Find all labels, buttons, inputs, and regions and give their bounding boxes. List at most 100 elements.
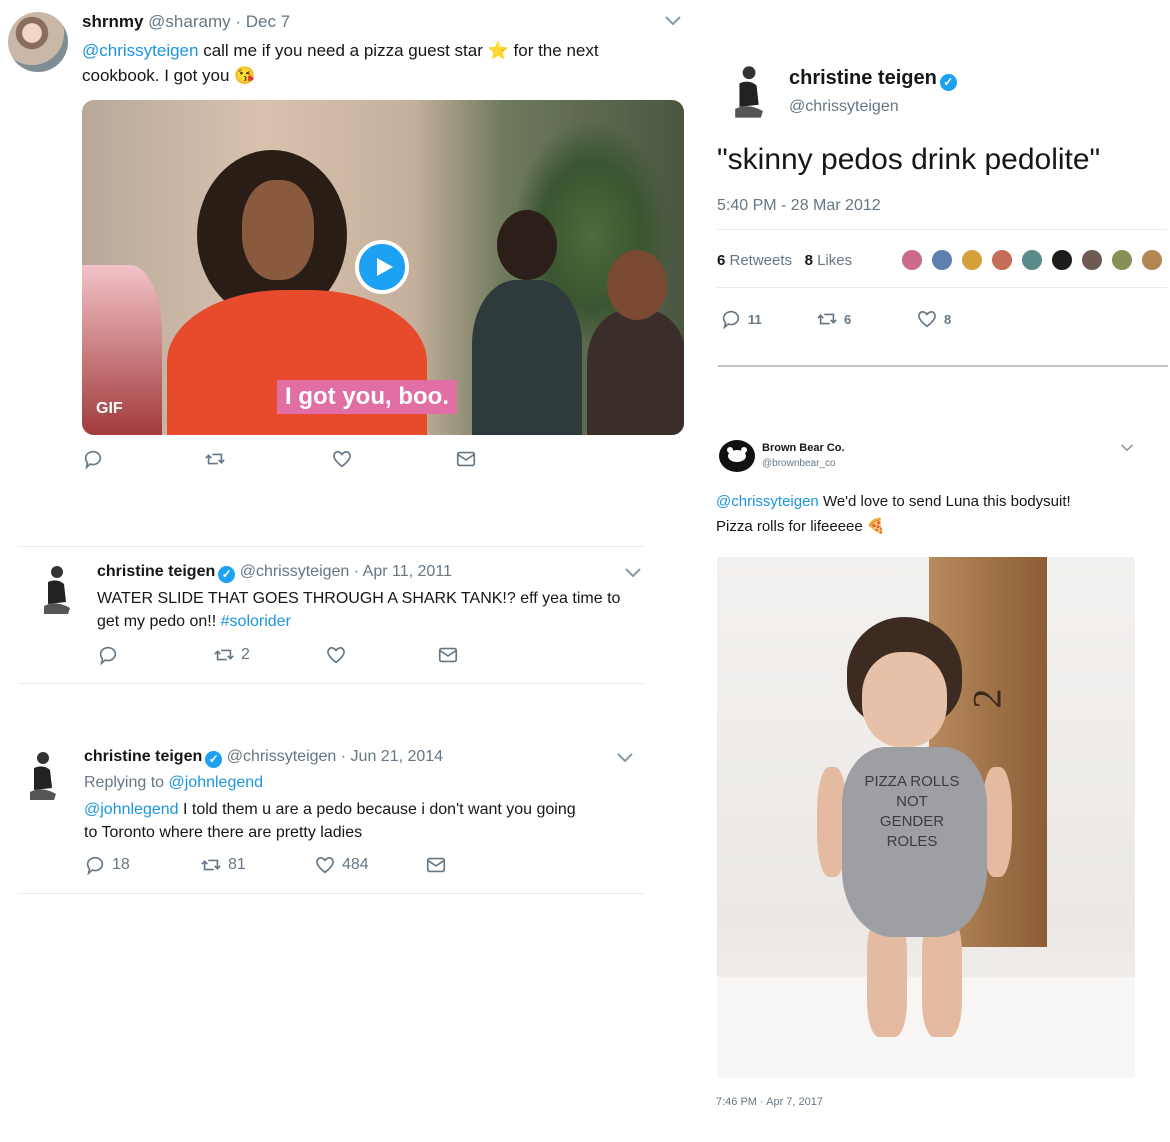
tweet-date[interactable]: · Jun 21, 2014 [341, 748, 443, 765]
retweet-icon [214, 649, 234, 661]
mention-link[interactable]: @johnlegend [84, 801, 179, 818]
tweet-text-part: Pizza rolls for lifeeeee [716, 518, 867, 535]
avatar[interactable] [960, 248, 984, 272]
heart-icon [316, 857, 334, 874]
dm-button[interactable] [455, 448, 477, 470]
display-name[interactable]: christine teigen [97, 563, 215, 580]
person-illustration [472, 210, 582, 435]
tweet-header: christine teigen ✓ @chrissyteigen · Jun 2… [84, 748, 443, 768]
divider [18, 683, 644, 684]
retweets-stat[interactable]: 6 Retweets [717, 252, 792, 269]
reply-count: 18 [112, 856, 130, 873]
tweet-photo[interactable]: 2 1 PIZZA ROLLS NOT GENDER ROLES [717, 557, 1135, 1078]
handle[interactable]: @brownbear_co [762, 458, 836, 469]
tweet-timestamp[interactable]: 5:40 PM - 28 Mar 2012 [717, 197, 881, 215]
like-button[interactable]: 484 [314, 854, 369, 876]
likes-stat[interactable]: 8 Likes [805, 252, 853, 269]
retweet-count: 6 [844, 311, 852, 327]
avatar[interactable] [36, 562, 76, 620]
avatar[interactable] [1110, 248, 1134, 272]
mention-link[interactable]: @chrissyteigen [82, 41, 198, 60]
reply-icon [722, 310, 740, 330]
avatar[interactable] [1050, 248, 1074, 272]
like-button[interactable] [325, 644, 347, 666]
heart-icon [327, 647, 345, 664]
chevron-down-icon[interactable] [664, 14, 682, 28]
avatar[interactable] [719, 440, 755, 472]
reply-button[interactable] [97, 644, 119, 666]
dm-button[interactable] [437, 644, 459, 666]
avatar[interactable] [726, 62, 770, 124]
tweet-timestamp[interactable]: 7:46 PM · Apr 7, 2017 [716, 1096, 823, 1108]
reply-button[interactable]: 11 [720, 308, 762, 330]
tweet-text-part: We'd love to send Luna this bodysuit! [818, 493, 1071, 510]
handle[interactable]: @sharamy [148, 12, 230, 31]
avatar[interactable] [990, 248, 1014, 272]
avatar[interactable] [930, 248, 954, 272]
replying-to-link[interactable]: @johnlegend [169, 774, 264, 791]
handle[interactable]: @chrissyteigen [789, 98, 899, 116]
display-name[interactable]: christine teigen [789, 67, 937, 89]
reply-icon [86, 856, 104, 876]
like-button[interactable]: 8 [916, 308, 951, 330]
reply-count: 11 [748, 311, 762, 327]
verified-icon: ✓ [939, 74, 957, 91]
tweet-text-part: call me if you need a pizza guest star [198, 41, 488, 60]
heart-icon [918, 311, 936, 328]
handle[interactable]: @chrissyteigen [227, 748, 337, 765]
tweet-header: christine teigen ✓ @chrissyteigen · Apr 1… [97, 563, 452, 583]
display-name-row: christine teigen ✓ [789, 67, 957, 91]
retweet-icon [817, 313, 837, 325]
engagement-stats: 6 Retweets 8 Likes [717, 252, 852, 269]
tweet-date[interactable]: · Dec 7 [235, 12, 290, 31]
envelope-icon [426, 857, 446, 873]
chevron-down-icon[interactable] [616, 751, 634, 765]
tweet-text-part: cookbook. I got you [82, 66, 235, 85]
mention-link[interactable]: @chrissyteigen [716, 493, 819, 510]
avatar[interactable] [22, 748, 62, 806]
divider [717, 287, 1167, 288]
divider [18, 546, 644, 547]
retweet-button[interactable]: 2 [213, 644, 250, 666]
kiss-emoji: 😘 [234, 66, 256, 85]
divider [718, 365, 1168, 367]
likes-count: 8 [804, 252, 813, 269]
play-icon[interactable] [355, 240, 409, 294]
gif-media[interactable]: I got you, boo. GIF [82, 100, 684, 435]
tweet-date[interactable]: · Apr 11, 2011 [354, 563, 452, 580]
divider [18, 893, 644, 894]
tweet-text: @chrissyteigen We'd love to send Luna th… [716, 489, 1156, 539]
avatar[interactable] [1020, 248, 1044, 272]
reply-button[interactable] [82, 448, 104, 470]
display-name[interactable]: Brown Bear Co. [762, 442, 845, 454]
display-name[interactable]: christine teigen [84, 748, 202, 765]
handle[interactable]: @chrissyteigen [240, 563, 350, 580]
tweet-actions: 2 [97, 644, 477, 670]
tweet-text: "skinny pedos drink pedolite" [717, 143, 1101, 176]
gif-badge: GIF [96, 400, 123, 417]
tweet-text-line: WATER SLIDE THAT GOES THROUGH A SHARK TA… [97, 590, 621, 607]
avatar[interactable] [8, 12, 68, 72]
dm-button[interactable] [425, 854, 447, 876]
avatar[interactable] [1080, 248, 1104, 272]
bear-logo-icon [727, 447, 747, 462]
retweet-button[interactable]: 81 [200, 854, 246, 876]
hashtag-link[interactable]: #solorider [221, 613, 291, 630]
divider [717, 229, 1167, 230]
tweet-text-line: to Toronto where there are pretty ladies [84, 824, 363, 841]
replying-label: Replying to [84, 774, 169, 791]
like-button[interactable] [331, 448, 353, 470]
avatar[interactable] [900, 248, 924, 272]
chevron-down-icon[interactable] [624, 566, 642, 580]
avatar[interactable] [1140, 248, 1164, 272]
onesie-line: PIZZA ROLLS [864, 773, 960, 790]
envelope-icon [456, 451, 476, 467]
tweet-text-part: for the next [508, 41, 599, 60]
tweet-text-part: get my pedo on!! [97, 613, 221, 630]
retweet-button[interactable] [204, 448, 226, 470]
chevron-down-icon[interactable] [1120, 442, 1134, 454]
display-name[interactable]: shrnmy [82, 12, 143, 31]
retweet-count: 2 [241, 646, 250, 663]
retweet-button[interactable]: 6 [816, 308, 851, 330]
reply-button[interactable]: 18 [84, 854, 130, 876]
